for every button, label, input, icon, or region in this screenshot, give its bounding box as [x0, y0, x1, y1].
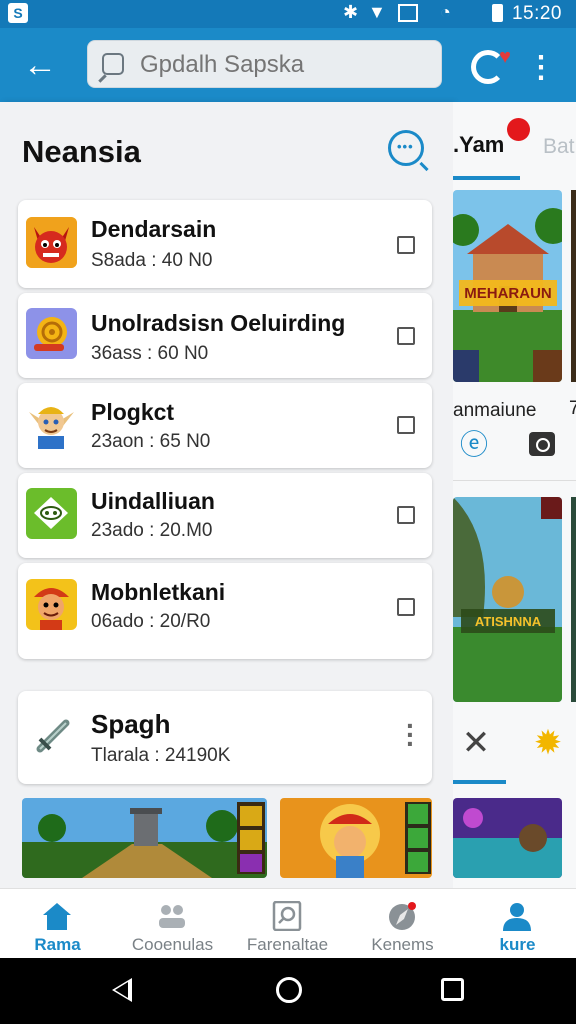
- featured-item[interactable]: Spagh Tlarala : 24190K · · ·: [18, 691, 432, 784]
- tab-yam[interactable]: .Yam: [453, 132, 504, 158]
- tab-indicator: [453, 176, 520, 180]
- game-thumbnail[interactable]: [22, 798, 267, 878]
- list-item[interactable]: Unolradsisn Oeluirding 36ass : 60 N0: [18, 293, 432, 378]
- camera-icon[interactable]: [529, 432, 555, 456]
- search-dots: •••: [397, 139, 414, 154]
- featured-name: Spagh: [91, 709, 171, 739]
- item-name: Mobnletkani: [91, 579, 226, 605]
- list-item[interactable]: Dendarsain S8ada : 40 N0: [18, 200, 432, 288]
- green-badge-icon: [26, 488, 77, 539]
- warrior-mascot-icon: [26, 579, 77, 630]
- devil-mascot-icon: [26, 217, 77, 268]
- system-recents-icon[interactable]: [441, 978, 464, 1001]
- nav-label: Farenaltae: [246, 935, 329, 954]
- app-bar: ← ♥ ⋮: [0, 28, 576, 102]
- nav-item-kenems[interactable]: Kenems: [345, 889, 460, 959]
- item-checkbox[interactable]: [397, 416, 415, 434]
- profile-icon: [503, 903, 531, 931]
- list-item[interactable]: Mobnletkani 06ado : 20/R0: [18, 563, 432, 659]
- battery-icon: [492, 4, 503, 22]
- item-name: Dendarsain: [91, 216, 217, 242]
- tab-bat[interactable]: Bat: [543, 135, 575, 159]
- item-meta: S8ada : 40 N0: [91, 250, 213, 271]
- art-title: ATISHNNA: [475, 614, 542, 629]
- sword-icon: [32, 713, 76, 757]
- refresh-icon[interactable]: ♥: [467, 44, 511, 88]
- heart-badge-icon: ♥: [499, 46, 511, 68]
- system-navigation-bar: [0, 958, 576, 1024]
- nav-label: Rama: [34, 935, 81, 954]
- item-name: Plogkct: [91, 399, 175, 425]
- game-card-art-edge: [571, 190, 576, 382]
- game-thumbnail-row: [22, 798, 432, 878]
- back-arrow-icon[interactable]: ←: [18, 45, 62, 85]
- search-icon: [102, 53, 124, 75]
- clock: 15:20: [511, 3, 562, 24]
- divider: [453, 480, 576, 481]
- bottom-navigation: Rama Cooenulas Farenaltae Kenems kure: [0, 888, 576, 958]
- game-card-art[interactable]: [453, 798, 562, 878]
- nav-label: Cooenulas: [131, 935, 214, 954]
- list-item[interactable]: Uindalliuan 23ado : 20.M0: [18, 473, 432, 558]
- item-meta: 06ado : 20/R0: [91, 611, 211, 632]
- notification-dot: [507, 118, 530, 141]
- elf-mascot-icon: [26, 398, 77, 449]
- item-meta: 36ass : 60 N0: [91, 343, 209, 364]
- snail-shell-icon: [26, 308, 77, 359]
- side-panel: Neansia ••• Dendarsain S8ada : 40 N0 Uno…: [0, 102, 453, 888]
- more-vert-icon[interactable]: · · ·: [406, 712, 415, 758]
- status-bar: S ✱ ▼ ◔ 15:20: [0, 0, 576, 28]
- browser-icon[interactable]: ⓔ: [459, 430, 489, 460]
- app-notification-icon: S: [8, 3, 28, 23]
- item-meta: 23ado : 20.M0: [91, 520, 213, 541]
- people-icon: [159, 905, 185, 928]
- game-card-art-edge: [571, 497, 576, 702]
- signal-icon: ◔: [440, 2, 451, 22]
- item-checkbox[interactable]: [397, 327, 415, 345]
- bluetooth-icon: ✱: [343, 2, 359, 22]
- featured-meta: Tlarala : 24190K: [91, 745, 231, 766]
- item-checkbox[interactable]: [397, 236, 415, 254]
- card-label: anmaiune: [453, 400, 537, 421]
- search-input[interactable]: [140, 49, 430, 81]
- item-meta: 23aon : 65 N0: [91, 431, 211, 452]
- nav-item-cooenulas[interactable]: Cooenulas: [115, 889, 230, 959]
- art-title: MEHARAUN: [464, 285, 552, 302]
- search-bar[interactable]: [87, 40, 442, 88]
- panel-search-icon[interactable]: •••: [388, 130, 424, 166]
- game-card-art[interactable]: ATISHNNA: [453, 497, 562, 702]
- more-vert-icon[interactable]: ⋮: [526, 48, 556, 88]
- sun-icon[interactable]: ✹: [531, 726, 565, 760]
- home-icon: [43, 903, 71, 930]
- list-item[interactable]: Plogkct 23aon : 65 N0: [18, 383, 432, 468]
- nav-label: kure: [499, 935, 536, 954]
- system-back-icon[interactable]: [112, 978, 132, 1002]
- game-thumbnail[interactable]: [280, 798, 432, 878]
- nav-label: Kenems: [371, 935, 434, 954]
- card-label-2: 7: [569, 398, 576, 419]
- nav-item-rama[interactable]: Rama: [0, 889, 115, 959]
- wifi-icon: ▼: [368, 2, 386, 22]
- system-home-icon[interactable]: [276, 977, 302, 1003]
- nfc-icon: [398, 4, 418, 22]
- panel-title: Neansia: [22, 134, 141, 169]
- search-doc-icon: [272, 901, 302, 931]
- right-content: .Yam Bat MEHARAUN anmaiune 7 ⓔ ATISHNNA …: [453, 102, 576, 888]
- compass-icon: [389, 902, 416, 930]
- section-indicator: [453, 780, 506, 784]
- nav-item-kure[interactable]: kure: [460, 889, 575, 959]
- nav-item-farenaltae[interactable]: Farenaltae: [230, 889, 345, 959]
- item-name: Uindalliuan: [91, 488, 215, 514]
- item-name: Unolradsisn Oeluirding: [91, 310, 346, 336]
- item-checkbox[interactable]: [397, 506, 415, 524]
- close-icon[interactable]: ✕: [461, 726, 491, 760]
- game-card-art[interactable]: MEHARAUN: [453, 190, 562, 382]
- item-checkbox[interactable]: [397, 598, 415, 616]
